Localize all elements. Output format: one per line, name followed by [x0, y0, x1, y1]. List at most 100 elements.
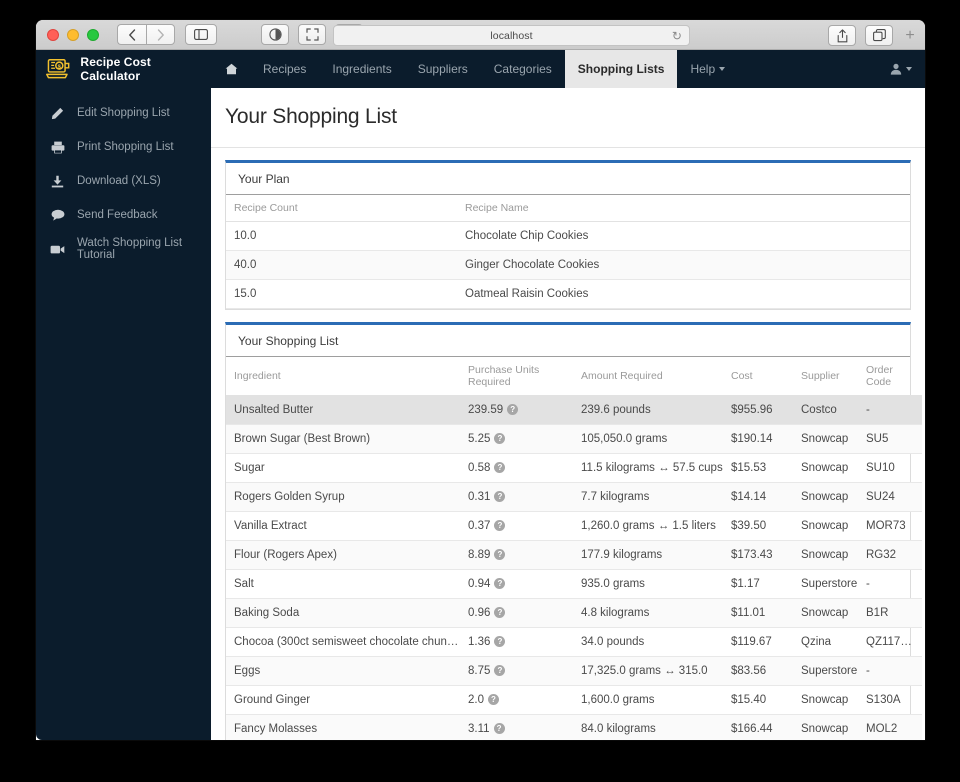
col-purchase-units: Purchase Units Required	[464, 357, 577, 396]
table-cell: 34.0 pounds	[577, 627, 727, 657]
help-icon[interactable]: ?	[494, 578, 506, 589]
help-icon[interactable]: ?	[494, 549, 506, 560]
table-row[interactable]: 40.0 Ginger Chocolate Cookies	[226, 250, 910, 280]
help-icon[interactable]: ?	[494, 462, 506, 473]
table-row[interactable]: Ground Ginger 2.0? 1,600.0 grams $15.40 Snow…	[226, 685, 922, 715]
address-bar[interactable]: localhost ↻	[333, 25, 690, 46]
help-icon[interactable]: ?	[494, 520, 506, 531]
table-cell: Unsalted Butter	[226, 395, 464, 425]
sidebar-toggle-icon[interactable]	[185, 24, 217, 45]
table-row[interactable]: 10.0 Chocolate Chip Cookies	[226, 221, 910, 251]
back-icon[interactable]	[117, 24, 146, 45]
shopping-list-panel: Your Shopping List Ingredient Purchase U…	[225, 322, 922, 740]
table-row[interactable]: Salt 0.94? 935.0 grams $1.17 Superstore -	[226, 569, 922, 599]
table-cell: MOL2	[862, 714, 922, 740]
maximize-window-button[interactable]	[87, 28, 99, 41]
table-row[interactable]: Vanilla Extract 0.37? 1,260.0 grams ↔ 1.5 …	[226, 511, 922, 541]
sidebar-item-print-shopping-list[interactable]: Print Shopping List	[36, 130, 211, 164]
table-cell: 0.96?	[464, 598, 577, 628]
col-order-code: Order Code	[862, 357, 922, 396]
help-icon[interactable]: ?	[494, 607, 506, 618]
table-row[interactable]: Baking Soda 0.96? 4.8 kilograms $11.01 Snowc…	[226, 598, 922, 628]
nav-ingredients[interactable]: Ingredients	[319, 50, 404, 88]
share-icon[interactable]	[828, 25, 856, 46]
sidebar-item-download-xls[interactable]: Download (XLS)	[36, 164, 211, 198]
nav-shopping-lists[interactable]: Shopping Lists	[564, 50, 678, 88]
table-row[interactable]: Unsalted Butter 239.59? 239.6 pounds $955.9…	[226, 395, 922, 425]
reload-icon[interactable]: ↻	[672, 29, 682, 43]
your-plan-heading: Your Plan	[226, 163, 910, 195]
table-cell: 5.25?	[464, 424, 577, 454]
col-supplier: Supplier	[797, 357, 862, 396]
sidebar-item-send-feedback[interactable]: Send Feedback	[36, 198, 211, 232]
table-row[interactable]: 15.0 Oatmeal Raisin Cookies	[226, 279, 910, 309]
table-row[interactable]: Sugar 0.58? 11.5 kilograms ↔ 57.5 cups $15.…	[226, 453, 922, 483]
fullscreen-icon[interactable]	[298, 24, 326, 45]
tab-overview-icon[interactable]	[865, 25, 893, 46]
toolbar-right-buttons	[828, 25, 893, 46]
table-cell: 239.59?	[464, 395, 577, 425]
help-icon[interactable]: ?	[494, 491, 506, 502]
col-recipe-count: Recipe Count	[226, 195, 461, 222]
page-title: Your Shopping List	[225, 105, 397, 128]
table-cell: SU5	[862, 424, 922, 454]
nav-categories[interactable]: Categories	[481, 50, 565, 88]
help-icon[interactable]: ?	[493, 723, 505, 734]
table-row[interactable]: Flour (Rogers Apex) 8.89? 177.9 kilograms $…	[226, 540, 922, 570]
table-cell: 0.31?	[464, 482, 577, 512]
table-cell: 1,260.0 grams ↔ 1.5 liters	[577, 511, 727, 541]
nav-home[interactable]	[211, 50, 250, 88]
table-cell: Oatmeal Raisin Cookies	[461, 279, 910, 309]
table-header-row: Recipe Count Recipe Name	[226, 195, 910, 222]
table-header-row: Ingredient Purchase Units Required Amoun…	[226, 357, 922, 396]
help-icon[interactable]: ?	[494, 665, 506, 676]
table-row[interactable]: Rogers Golden Syrup 0.31? 7.7 kilograms $14…	[226, 482, 922, 512]
app-body: Edit Shopping List Print Shopping List D…	[36, 88, 925, 740]
table-row[interactable]: Fancy Molasses 3.11? 84.0 kilograms $166.44…	[226, 714, 922, 740]
col-amount-required: Amount Required	[577, 357, 727, 396]
home-icon	[225, 63, 238, 75]
brand-logo[interactable]: $ Recipe Cost Calculator	[36, 50, 211, 88]
new-tab-button[interactable]: +	[899, 25, 921, 46]
minimize-window-button[interactable]	[67, 28, 79, 41]
table-cell: Snowcap	[797, 685, 862, 715]
nav-recipes[interactable]: Recipes	[250, 50, 319, 88]
help-icon[interactable]: ?	[494, 433, 506, 444]
forward-icon[interactable]	[146, 24, 175, 45]
table-cell: 105,050.0 grams	[577, 424, 727, 454]
table-cell: Ground Ginger	[226, 685, 464, 715]
table-row[interactable]: Eggs 8.75? 17,325.0 grams ↔ 315.0 $83.56 Sup…	[226, 656, 922, 686]
close-window-button[interactable]	[47, 28, 59, 41]
printer-icon	[50, 141, 65, 154]
table-cell: Snowcap	[797, 714, 862, 740]
title-divider	[211, 147, 925, 148]
table-cell: -	[862, 569, 922, 599]
table-row[interactable]: Brown Sugar (Best Brown) 5.25? 105,050.0 g…	[226, 424, 922, 454]
help-icon[interactable]: ?	[488, 694, 499, 705]
nav-help[interactable]: Help	[677, 50, 738, 88]
browser-window: localhost ↻ + $ Recipe Cost Calculator R…	[36, 20, 925, 740]
table-cell: 1,600.0 grams	[577, 685, 727, 715]
account-menu-trigger[interactable]	[877, 50, 925, 88]
nav-suppliers[interactable]: Suppliers	[405, 50, 481, 88]
table-cell: $14.14	[727, 482, 797, 512]
table-cell: Snowcap	[797, 511, 862, 541]
help-icon[interactable]: ?	[494, 636, 506, 647]
sidebar-item-label: Send Feedback	[77, 209, 158, 221]
table-cell: 177.9 kilograms	[577, 540, 727, 570]
reader-icon[interactable]	[261, 24, 289, 45]
table-cell: Costco	[797, 395, 862, 425]
table-row[interactable]: Chocoa (300ct semisweet chocolate chunks…	[226, 627, 922, 657]
table-cell: Superstore	[797, 656, 862, 686]
table-cell: 3.11?	[464, 714, 577, 740]
table-cell: Salt	[226, 569, 464, 599]
account-menu[interactable]	[877, 50, 925, 88]
sidebar-item-watch-tutorial[interactable]: Watch Shopping List Tutorial	[36, 232, 211, 266]
table-cell: $15.40	[727, 685, 797, 715]
plan-table-body: 10.0 Chocolate Chip Cookies 40.0 Ginger Cho…	[226, 221, 910, 309]
help-icon[interactable]: ?	[507, 404, 519, 415]
sidebar: Edit Shopping List Print Shopping List D…	[36, 88, 211, 740]
user-icon	[890, 63, 902, 75]
table-cell: 10.0	[226, 221, 461, 251]
sidebar-item-edit-shopping-list[interactable]: Edit Shopping List	[36, 96, 211, 130]
